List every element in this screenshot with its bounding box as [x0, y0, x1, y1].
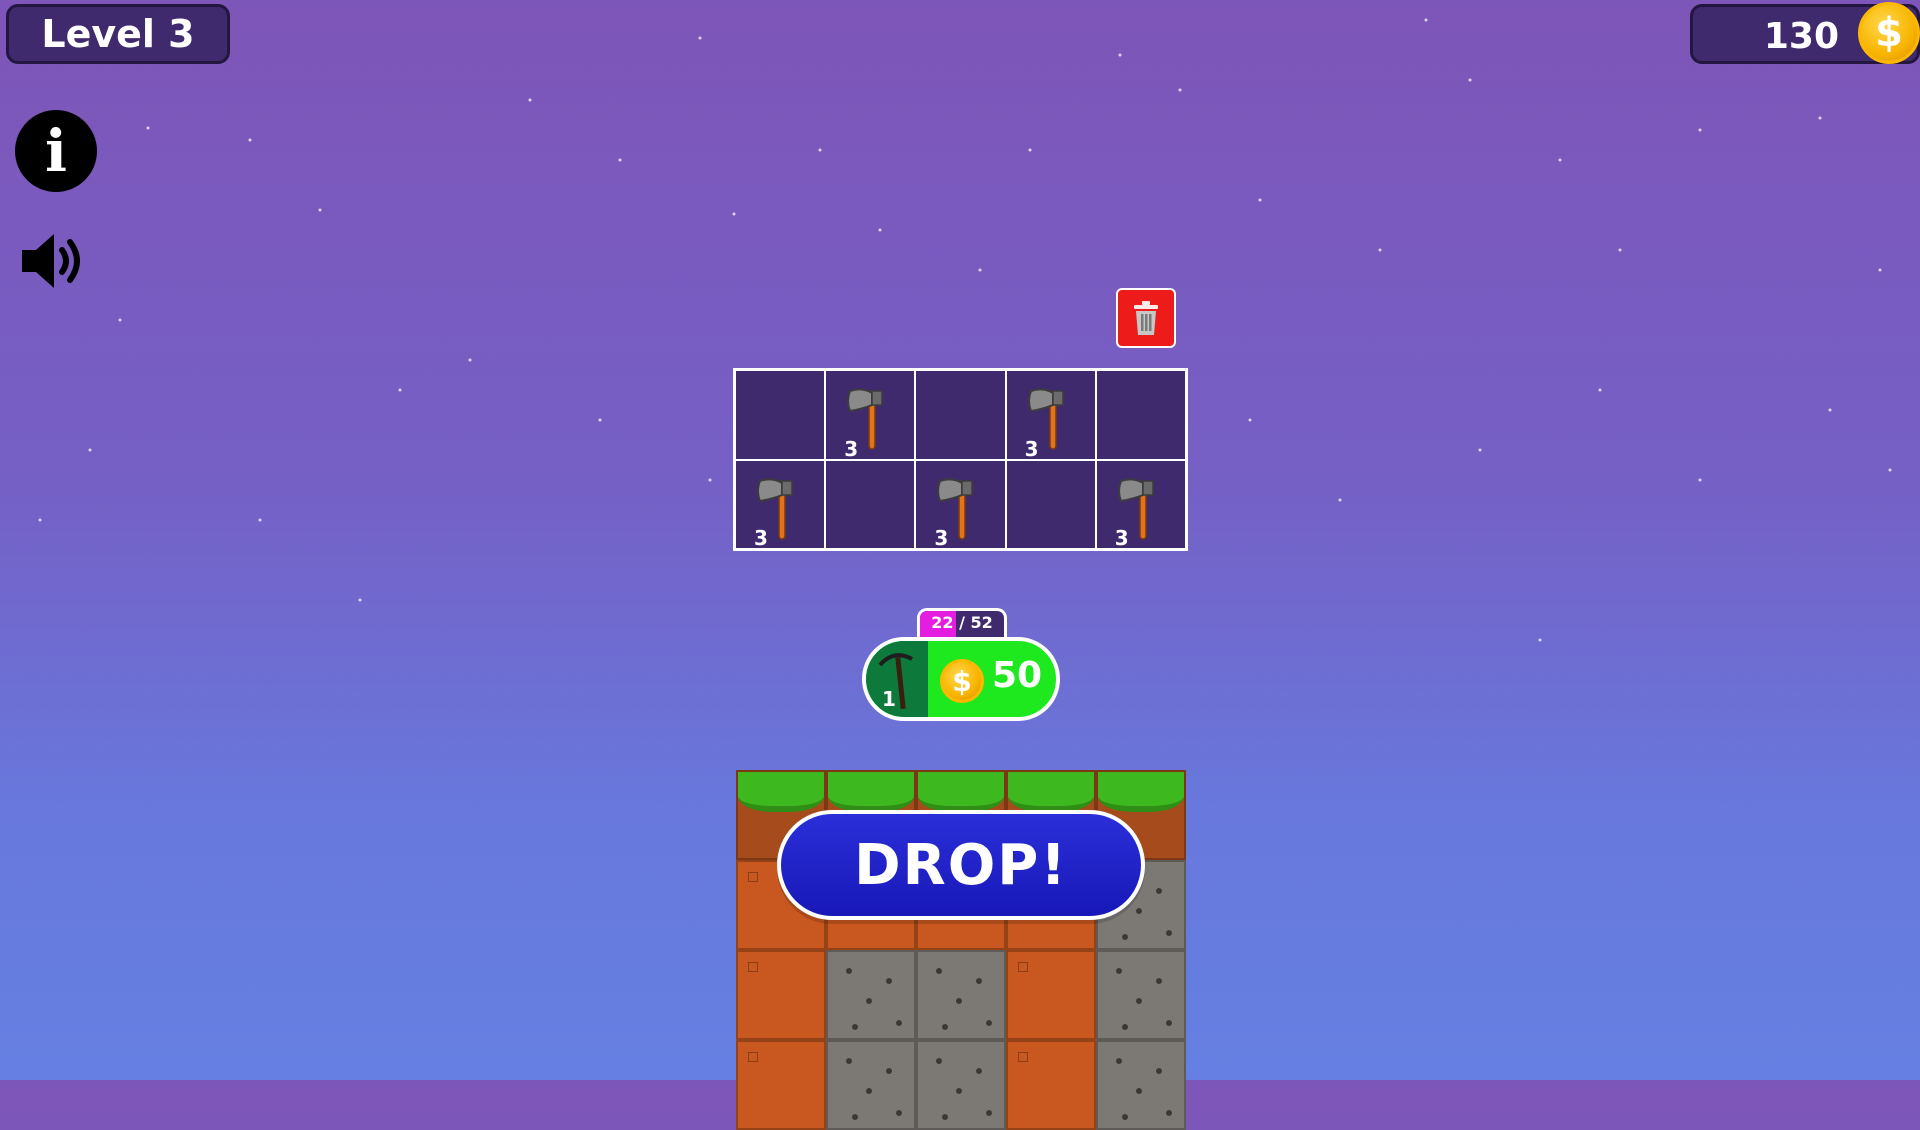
progress-text: 22 / 52 [931, 613, 993, 632]
merge-grid: 3 3 3 3 3 [733, 368, 1188, 551]
pickaxe-icon [878, 653, 913, 710]
stone-tile [1096, 1040, 1186, 1130]
coin-icon: $ [940, 659, 984, 703]
grid-cell[interactable]: 3 [825, 370, 916, 461]
stone-tile [916, 1040, 1006, 1130]
buy-tool-button[interactable]: 1 $ 50 [862, 637, 1060, 721]
item-level: 3 [754, 526, 768, 550]
stone-tile [916, 950, 1006, 1040]
sound-button[interactable] [18, 228, 94, 294]
dirt-tile [736, 1040, 826, 1130]
grid-cell[interactable] [1005, 459, 1096, 549]
stone-tile [826, 950, 916, 1040]
speaker-icon [22, 234, 80, 288]
drop-button[interactable]: DROP! [777, 810, 1145, 920]
dirt-tile [736, 950, 826, 1040]
item-level: 3 [934, 526, 949, 550]
tool-level: 1 [882, 687, 896, 711]
grid-cell[interactable]: 3 [735, 459, 826, 550]
item-level: 3 [844, 436, 859, 461]
buy-price: 50 [992, 655, 1043, 696]
coin-count: 130 [1763, 16, 1839, 57]
item-level: 3 [1024, 436, 1039, 461]
grid-cell[interactable] [915, 370, 1006, 460]
dirt-tile [1006, 950, 1096, 1040]
grid-cell[interactable] [1095, 370, 1186, 460]
buy-tool-slot: 1 [866, 641, 928, 717]
info-button[interactable]: i [15, 110, 97, 192]
level-panel: Level 3 [6, 4, 230, 64]
grid-cell[interactable] [735, 370, 826, 460]
progress-badge: 22 / 52 [917, 608, 1007, 640]
drop-label: DROP! [854, 832, 1068, 898]
grid-cell[interactable] [825, 459, 916, 549]
trash-button[interactable] [1116, 288, 1176, 348]
dirt-tile [1006, 1040, 1096, 1130]
grid-cell[interactable]: 3 [915, 459, 1006, 550]
stone-tile [1096, 950, 1186, 1040]
item-level: 3 [1114, 526, 1129, 550]
grid-cell[interactable]: 3 [1005, 370, 1096, 461]
grid-cell[interactable]: 3 [1095, 459, 1186, 550]
stone-tile [826, 1040, 916, 1130]
trash-icon [1134, 301, 1158, 335]
coin-icon: $ [1858, 2, 1920, 64]
level-label: Level 3 [41, 12, 195, 56]
info-icon: i [44, 117, 68, 185]
